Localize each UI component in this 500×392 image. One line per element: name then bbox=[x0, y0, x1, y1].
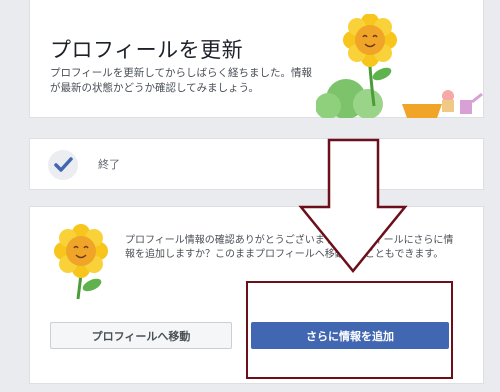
page-title: プロフィールを更新 bbox=[50, 38, 244, 62]
update-profile-card: プロフィールを更新 プロフィールを更新してからしばらく経ちました。情報が最新の状… bbox=[29, 0, 484, 118]
checkmark-icon bbox=[48, 150, 78, 180]
add-info-text: プロフィール情報の確認ありがとうございます。プロフィールにさらに情報を追加します… bbox=[125, 235, 454, 260]
sunflower-icon bbox=[54, 224, 108, 300]
highlight-box bbox=[246, 281, 453, 379]
go-to-profile-button[interactable]: プロフィールへ移動 bbox=[50, 322, 232, 349]
done-label: 終了 bbox=[98, 158, 120, 171]
sunflower-garden-illustration bbox=[316, 14, 483, 118]
update-description: プロフィールを更新してからしばらく経ちました。情報が最新の状態かどうか確認してみ… bbox=[50, 67, 312, 94]
completed-card: 終了 bbox=[29, 138, 484, 190]
